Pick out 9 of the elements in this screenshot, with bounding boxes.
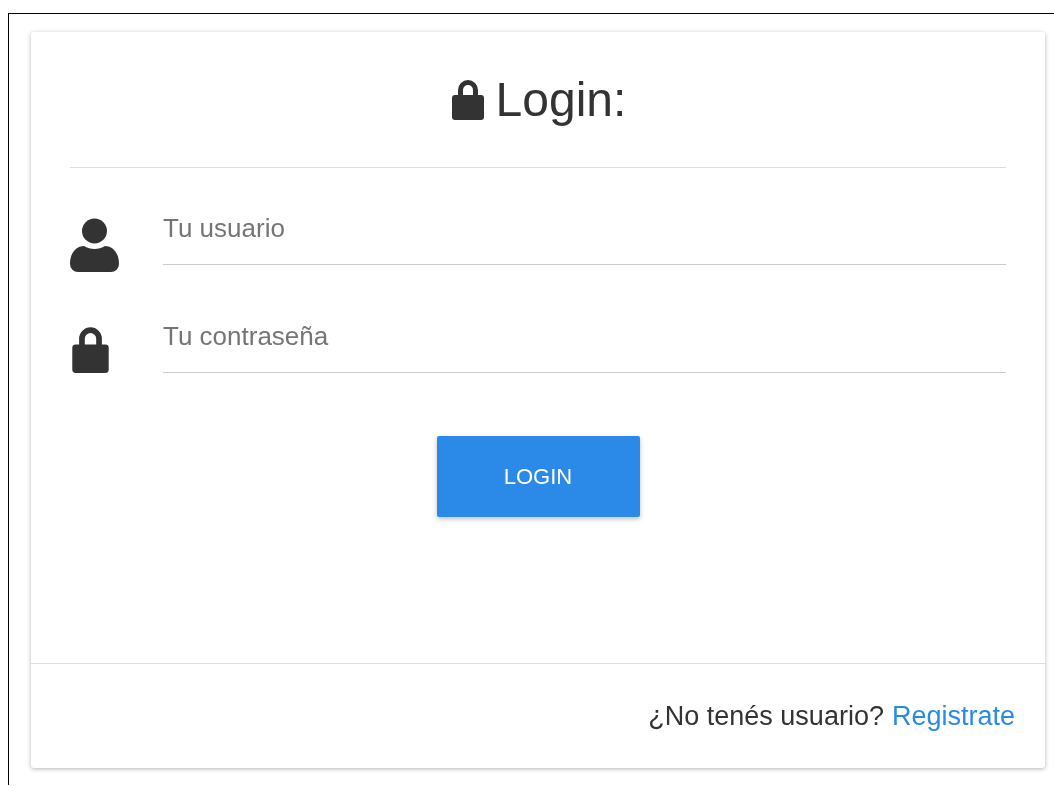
login-button[interactable]: LOGIN — [436, 436, 640, 517]
username-field[interactable]: Tu usuario — [163, 168, 1006, 265]
register-link[interactable]: Registrate — [891, 700, 1015, 732]
lock-icon — [70, 325, 111, 373]
user-icon — [70, 218, 119, 272]
login-title: Login: — [495, 71, 627, 127]
password-field[interactable]: Tu contraseña — [163, 276, 1006, 373]
signup-prompt: ¿No tenés usuario? — [648, 700, 884, 732]
lock-icon — [449, 78, 486, 120]
